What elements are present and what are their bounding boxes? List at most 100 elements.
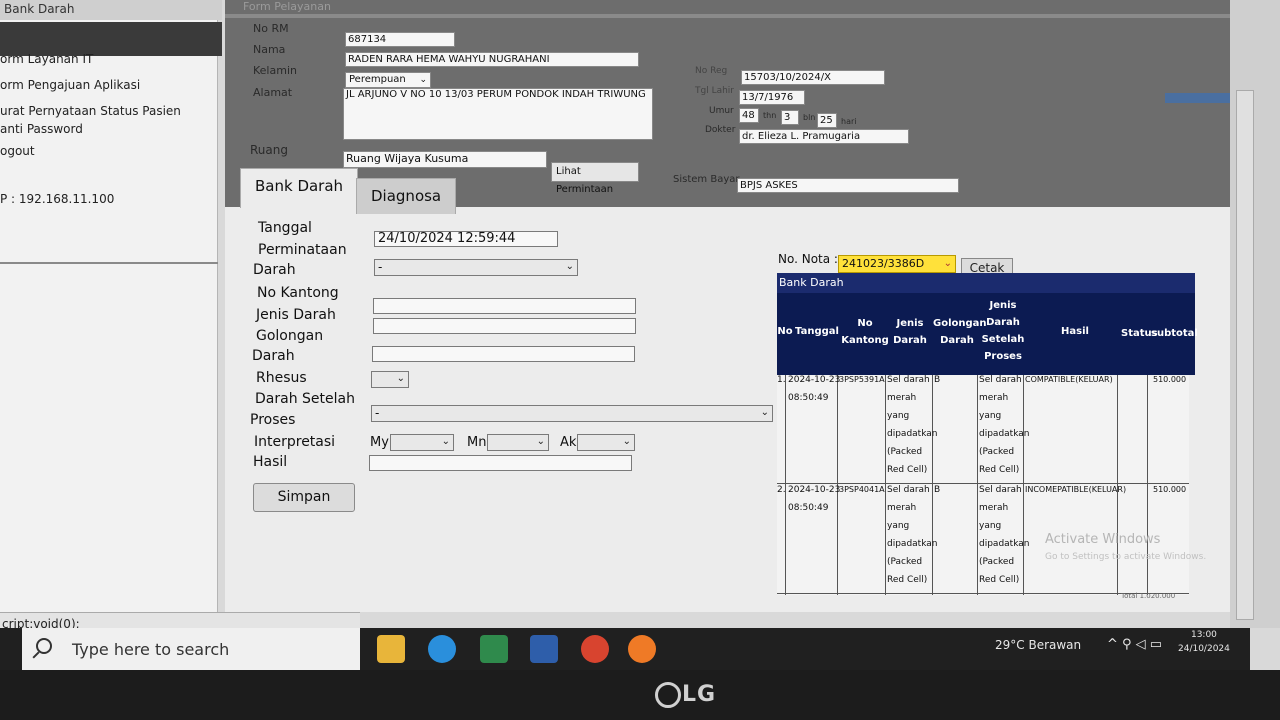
my-select[interactable]: ⌄: [390, 434, 454, 451]
table-header: No Tanggal No Kantong Jenis Darah Golong…: [777, 293, 1198, 375]
row-golongan: B: [934, 375, 941, 385]
ak-select[interactable]: ⌄: [577, 434, 635, 451]
clock[interactable]: 13:00 24/10/2024: [1178, 628, 1230, 656]
taskbar-search[interactable]: Type here to search: [22, 628, 360, 670]
table-total: Total 1.020.000: [1121, 592, 1176, 600]
sistem-bayar-field[interactable]: BPJS ASKES: [737, 178, 959, 193]
chevron-down-icon: ⌄: [760, 407, 769, 418]
nama-field[interactable]: RADEN RARA HEMA WAHYU NUGRAHANI: [345, 52, 639, 67]
search-icon: [36, 638, 52, 654]
chevron-down-icon: ⌄: [441, 436, 450, 447]
window-right-edge: [1230, 0, 1280, 628]
nama-label: Nama: [253, 43, 286, 56]
dokter-field[interactable]: dr. Elieza L. Pramugaria: [739, 129, 909, 144]
row-subtotal: 510.000: [1153, 485, 1187, 494]
row-subtotal: 510.000: [1153, 375, 1187, 384]
header-accent: [1165, 93, 1230, 103]
row-tanggal: 2024-10-23 08:50:49: [788, 375, 841, 403]
search-placeholder: Type here to search: [72, 640, 230, 659]
darah-setelah-proses-select[interactable]: - ⌄: [371, 405, 773, 422]
umur-tahun-field[interactable]: 48: [739, 108, 759, 123]
row-tanggal: 2024-10-23 08:50:49: [788, 485, 841, 513]
nota-select[interactable]: 241023/3386D ⌄: [838, 255, 956, 273]
rhesus-label: Rhesus: [256, 370, 307, 386]
scrollbar[interactable]: [1236, 90, 1254, 620]
simpan-button[interactable]: Simpan: [253, 483, 355, 512]
activate-windows-hint: Go to Settings to activate Windows.: [1045, 552, 1207, 562]
kelamin-label: Kelamin: [253, 64, 297, 77]
sistem-bayar-label: Sistem Bayar: [673, 174, 740, 185]
alamat-textarea[interactable]: JL ARJUNO V NO 10 13/03 PERUM PONDOK IND…: [343, 88, 653, 140]
monitor-bezel: LG: [0, 670, 1280, 720]
word-icon[interactable]: [530, 635, 558, 663]
tab-diagnosa[interactable]: Diagnosa: [356, 178, 457, 214]
firefox-icon[interactable]: [628, 635, 656, 663]
row-jenis: Sel darah merah yang dipadatkan (Packed …: [887, 485, 938, 585]
sidebar-item-layanan-it[interactable]: orm Layanan IT: [0, 52, 93, 66]
clock-date: 24/10/2024: [1178, 644, 1230, 654]
row-hasil: INCOMEPATIBLE(KELUAR): [1025, 485, 1127, 494]
sidebar-divider: [0, 262, 218, 264]
no-kantong-label: No Kantong: [257, 285, 339, 301]
tanggal-label: Tanggal: [258, 220, 312, 236]
table-body: 1. 2024-10-23 08:50:49 3PSP5391A Sel dar…: [777, 375, 1189, 600]
rhesus-select[interactable]: ⌄: [371, 371, 409, 388]
golongan-darah-input[interactable]: [372, 346, 635, 362]
row-golongan: B: [934, 485, 941, 495]
wps-icon[interactable]: [581, 635, 609, 663]
column-header-no-kantong: No Kantong: [841, 318, 889, 346]
bln-label: bln: [803, 113, 816, 122]
ak-label: Ak: [560, 435, 577, 450]
tgl-lahir-label: Tgl Lahir: [695, 86, 735, 96]
tray-icons[interactable]: ^ ⚲ ◁ ▭: [1107, 637, 1162, 652]
file-explorer-icon[interactable]: [377, 635, 405, 663]
edge-icon[interactable]: [428, 635, 456, 663]
no-reg-field[interactable]: 15703/10/2024/X: [741, 70, 885, 85]
header-bar: [225, 14, 1230, 18]
sidebar: Bank Darah orm Layanan IT orm Pengajuan …: [0, 0, 222, 615]
column-header-jenis-darah: Jenis Darah: [893, 318, 927, 346]
row-hasil: COMPATIBLE(KELUAR): [1025, 375, 1113, 384]
column-header-no: No: [777, 326, 793, 337]
form-title: Form Pelayanan: [243, 0, 331, 13]
dokter-label: Dokter: [705, 125, 736, 135]
alamat-label: Alamat: [253, 86, 293, 99]
column-header-subtotal: subtotal: [1151, 328, 1198, 339]
excel-icon[interactable]: [480, 635, 508, 663]
jenis-darah-label: Jenis Darah: [256, 307, 336, 323]
hasil-input[interactable]: [369, 455, 632, 471]
sidebar-item-pengajuan-aplikasi[interactable]: orm Pengajuan Aplikasi: [0, 78, 140, 92]
column-header-golongan-darah: Golongan Darah: [933, 318, 987, 346]
ruang-field[interactable]: Ruang Wijaya Kusuma: [343, 151, 547, 168]
kelamin-select[interactable]: Perempuan ⌄: [345, 72, 431, 88]
sidebar-item-pernyataan-status[interactable]: urat Pernyataan Status Pasien: [0, 104, 181, 118]
hari-label: hari: [841, 117, 857, 126]
ip-address: P : 192.168.11.100: [0, 192, 115, 206]
mn-select[interactable]: ⌄: [487, 434, 549, 451]
darah-label: Darah: [253, 262, 296, 278]
tgl-lahir-field[interactable]: 13/7/1976: [739, 90, 805, 105]
jenis-darah-input[interactable]: [373, 318, 636, 334]
no-rm-field[interactable]: 687134: [345, 32, 455, 47]
tab-bank-darah[interactable]: Bank Darah: [240, 168, 359, 208]
main-content: Tanggal Perminataan 24/10/2024 12:59:44 …: [225, 207, 1230, 612]
screen: Bank Darah orm Layanan IT orm Pengajuan …: [0, 0, 1280, 720]
chevron-down-icon: ⌄: [622, 436, 631, 447]
sidebar-item-ganti-password[interactable]: anti Password: [0, 122, 83, 136]
umur-bulan-field[interactable]: 3: [781, 110, 799, 125]
monitor-brand: LG: [682, 682, 717, 707]
row-jenis: Sel darah merah yang dipadatkan (Packed …: [887, 375, 938, 475]
sidebar-item-logout[interactable]: ogout: [0, 144, 35, 158]
nota-label: No. Nota :: [778, 252, 838, 266]
no-kantong-input[interactable]: [373, 298, 636, 314]
weather-widget[interactable]: 29°C Berawan: [995, 638, 1081, 652]
my-label: My: [370, 435, 389, 450]
hasil-label: Hasil: [253, 454, 288, 470]
row-no: 1.: [777, 375, 786, 385]
proses-label: Proses: [250, 412, 296, 428]
tanggal-input[interactable]: 24/10/2024 12:59:44: [374, 231, 558, 247]
umur-label: Umur: [709, 106, 734, 116]
darah-select[interactable]: - ⌄: [374, 259, 578, 276]
lihat-permintaan-button[interactable]: Lihat Permintaan: [551, 162, 639, 195]
umur-hari-field[interactable]: 25: [817, 113, 837, 128]
